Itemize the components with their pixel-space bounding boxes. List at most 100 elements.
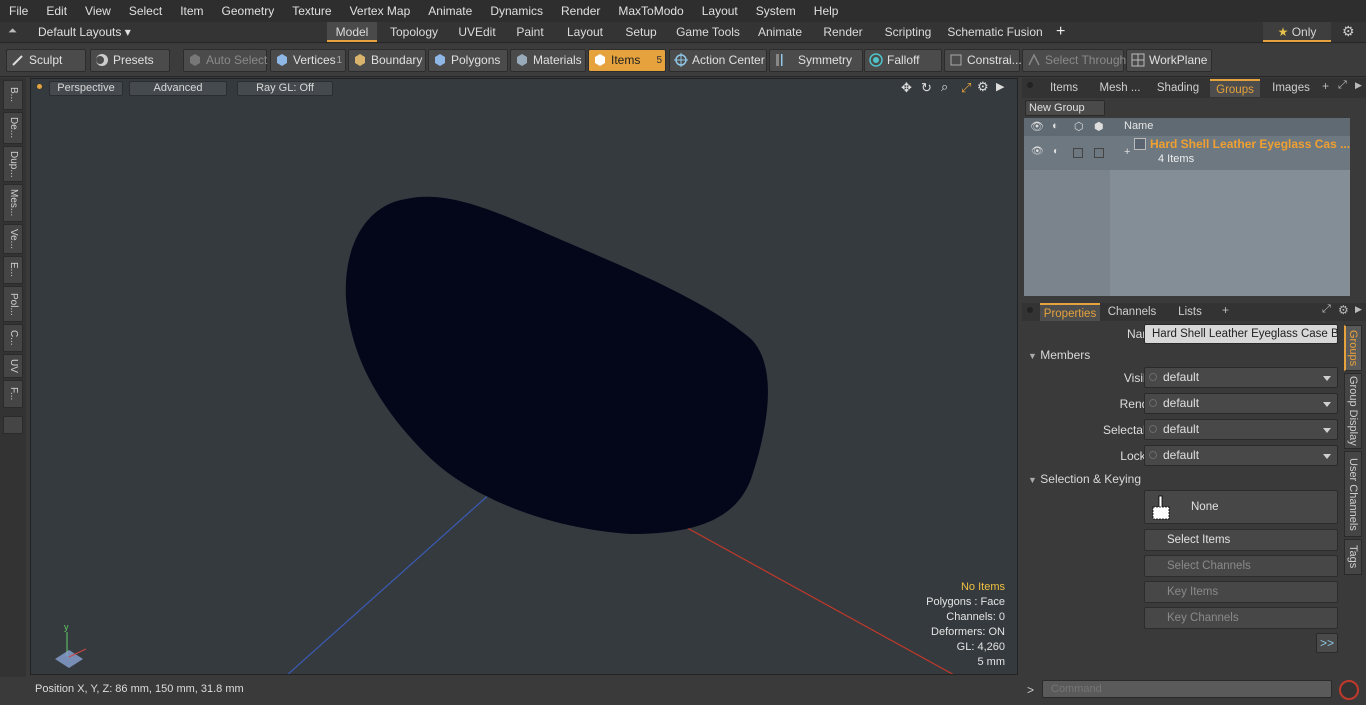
- expand-properties-icon[interactable]: ⤢: [1322, 303, 1331, 316]
- left-tab-extra[interactable]: [3, 416, 23, 434]
- menu-dynamics[interactable]: Dynamics: [481, 0, 552, 22]
- new-group-button[interactable]: New Group: [1025, 100, 1105, 116]
- properties-menu-arrow-icon[interactable]: ▶: [1355, 304, 1362, 315]
- left-tab-mesh-edit[interactable]: Mes...: [3, 184, 23, 222]
- select-items-button[interactable]: Select Items: [1144, 529, 1338, 551]
- layout-up-icon[interactable]: ⏶: [8, 25, 20, 39]
- menu-select[interactable]: Select: [120, 0, 171, 22]
- row-lock-checkbox[interactable]: [1073, 148, 1083, 158]
- side-tab-groups[interactable]: Groups: [1344, 325, 1362, 371]
- menu-system[interactable]: System: [747, 0, 805, 22]
- tab-setup[interactable]: Setup: [619, 22, 663, 42]
- menu-edit[interactable]: Edit: [37, 0, 76, 22]
- menu-view[interactable]: View: [76, 0, 120, 22]
- menu-geometry[interactable]: Geometry: [213, 0, 284, 22]
- items-button[interactable]: Items 5: [588, 49, 666, 72]
- add-properties-tab-icon[interactable]: +: [1222, 303, 1229, 317]
- tab-shading[interactable]: Shading: [1150, 79, 1206, 97]
- expand-panel-icon[interactable]: ⤢: [1338, 79, 1347, 92]
- tab-animate[interactable]: Animate: [752, 22, 808, 42]
- command-input[interactable]: [1042, 680, 1332, 698]
- workplane-button[interactable]: WorkPlane: [1126, 49, 1212, 72]
- left-tab-deform[interactable]: De...: [3, 112, 23, 144]
- none-button[interactable]: None: [1144, 490, 1338, 524]
- tab-topology[interactable]: Topology: [384, 22, 444, 42]
- tab-schematic-fusion[interactable]: Schematic Fusion: [947, 22, 1043, 42]
- symmetry-button[interactable]: Symmetry: [769, 49, 863, 72]
- vertices-button[interactable]: Vertices 1: [270, 49, 346, 72]
- materials-button[interactable]: Materials: [510, 49, 586, 72]
- only-toggle[interactable]: ★ Only: [1263, 22, 1331, 42]
- group-row[interactable]: 👁 ◐ + Hard Shell Leather Eyeglass Cas ..…: [1024, 136, 1350, 170]
- left-tab-edge[interactable]: E...: [3, 256, 23, 284]
- tab-groups[interactable]: Groups: [1210, 79, 1260, 97]
- presets-button[interactable]: Presets: [90, 49, 170, 72]
- expand-plus-icon[interactable]: +: [1124, 146, 1130, 158]
- key-channels-button[interactable]: Key Channels: [1144, 607, 1338, 629]
- tab-scripting[interactable]: Scripting: [878, 22, 938, 42]
- visible-dropdown[interactable]: default: [1144, 367, 1338, 388]
- left-tab-basic[interactable]: B...: [3, 80, 23, 110]
- tab-render[interactable]: Render: [817, 22, 869, 42]
- menu-render[interactable]: Render: [552, 0, 609, 22]
- select-through-button[interactable]: Select Through: [1022, 49, 1126, 72]
- side-tab-group-display[interactable]: Group Display: [1344, 373, 1362, 449]
- view-perspective-button[interactable]: Perspective: [49, 81, 123, 96]
- left-tab-vertex[interactable]: Ve...: [3, 224, 23, 254]
- row-eye-icon[interactable]: 👁: [1031, 146, 1044, 157]
- group-name[interactable]: Hard Shell Leather Eyeglass Cas ...: [1150, 137, 1350, 151]
- eye-icon[interactable]: 👁: [1030, 120, 1044, 133]
- side-tab-tags[interactable]: Tags: [1344, 539, 1362, 575]
- row-render-icon[interactable]: ◐: [1053, 146, 1059, 157]
- record-icon[interactable]: [1339, 680, 1359, 700]
- auto-select-button[interactable]: Auto Select: [183, 49, 267, 72]
- left-tab-polygon[interactable]: Pol...: [3, 286, 23, 322]
- left-tab-duplicate[interactable]: Dup...: [3, 146, 23, 182]
- tab-paint[interactable]: Paint: [509, 22, 551, 42]
- lock-icon[interactable]: ⬡: [1074, 120, 1084, 133]
- panel-menu-arrow-icon[interactable]: ▶: [1355, 80, 1362, 91]
- menu-texture[interactable]: Texture: [283, 0, 340, 22]
- selection-keying-section[interactable]: ▼ Selection & Keying: [1028, 472, 1141, 486]
- left-tab-uv[interactable]: UV: [3, 354, 23, 378]
- layout-selector[interactable]: Default Layouts ▾: [38, 22, 131, 42]
- row-select-checkbox[interactable]: [1094, 148, 1104, 158]
- locked-dropdown[interactable]: default: [1144, 445, 1338, 466]
- select-channels-button[interactable]: Select Channels: [1144, 555, 1338, 577]
- menu-item[interactable]: Item: [171, 0, 212, 22]
- properties-gear-icon[interactable]: ⚙: [1338, 303, 1349, 317]
- move-view-icon[interactable]: ✥: [901, 80, 912, 96]
- tab-layout[interactable]: Layout: [560, 22, 610, 42]
- maximize-view-icon[interactable]: ⤢: [961, 80, 971, 96]
- tab-model[interactable]: Model: [327, 22, 377, 42]
- zoom-view-icon[interactable]: ⌕: [941, 79, 948, 95]
- tab-images[interactable]: Images: [1264, 79, 1318, 97]
- tab-game-tools[interactable]: Game Tools: [673, 22, 743, 42]
- tab-uvedit[interactable]: UVEdit: [452, 22, 502, 42]
- column-name-header[interactable]: Name: [1124, 120, 1153, 132]
- menu-help[interactable]: Help: [805, 0, 848, 22]
- add-tab-icon[interactable]: +: [1056, 22, 1065, 42]
- falloff-button[interactable]: Falloff: [864, 49, 942, 72]
- constraints-button[interactable]: Constrai...: [944, 49, 1022, 72]
- selectable-dropdown[interactable]: default: [1144, 419, 1338, 440]
- sculpt-button[interactable]: Sculpt: [6, 49, 86, 72]
- tab-channels[interactable]: Channels: [1104, 303, 1160, 321]
- select-icon[interactable]: ⬢: [1094, 120, 1104, 133]
- viewport-menu-arrow-icon[interactable]: ▶: [996, 80, 1004, 93]
- render-dropdown[interactable]: default: [1144, 393, 1338, 414]
- rotate-view-icon[interactable]: ↻: [921, 80, 932, 96]
- render-icon[interactable]: ◐: [1052, 120, 1059, 132]
- raygl-button[interactable]: Ray GL: Off: [237, 81, 333, 96]
- polygons-button[interactable]: Polygons: [428, 49, 508, 72]
- members-section[interactable]: ▼ Members: [1028, 348, 1090, 362]
- key-items-button[interactable]: Key Items: [1144, 581, 1338, 603]
- viewport-settings-icon[interactable]: ⚙: [977, 79, 989, 95]
- action-center-button[interactable]: Action Center: [669, 49, 767, 72]
- viewport-dot-icon[interactable]: [37, 84, 42, 89]
- gear-icon[interactable]: ⚙: [1342, 23, 1355, 40]
- tab-properties[interactable]: Properties: [1040, 303, 1100, 321]
- side-tab-user-channels[interactable]: User Channels: [1344, 451, 1362, 537]
- boundary-button[interactable]: Boundary: [348, 49, 426, 72]
- name-field[interactable]: Hard Shell Leather Eyeglass Case Blac: [1144, 324, 1338, 344]
